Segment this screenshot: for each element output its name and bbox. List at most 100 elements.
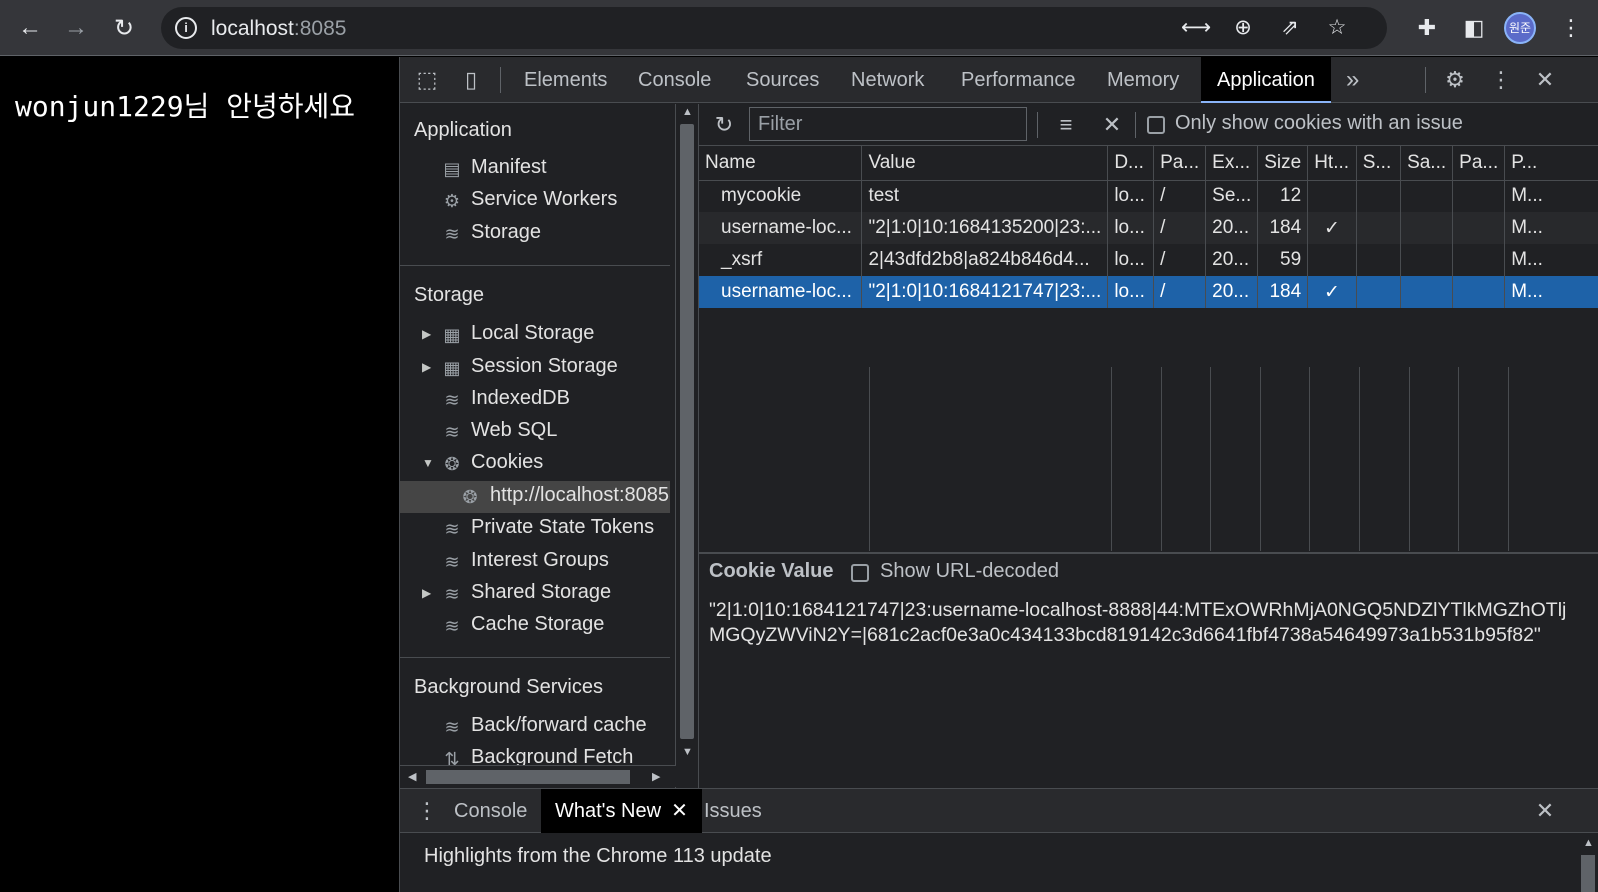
scroll-up-arrow-icon[interactable]: ▲ [1583, 837, 1594, 849]
column-header-path[interactable]: Pa... [1153, 146, 1207, 181]
column-header-expires[interactable]: Ex... [1205, 146, 1259, 181]
table-row[interactable]: username-loc... "2|1:0|10:1684135200|23:… [699, 212, 1598, 244]
profile-avatar[interactable]: 원준 [1504, 12, 1536, 44]
sidebar-item-interest-groups[interactable]: ≋ Interest Groups [400, 546, 670, 578]
tab-memory[interactable]: Memory [1107, 57, 1179, 103]
sidebar-item-manifest[interactable]: ▤ Manifest [400, 153, 670, 185]
scrollbar-thumb[interactable] [680, 124, 694, 739]
address-bar[interactable]: i localhost:8085 ⟷ ⊕ ⇗ ☆ [161, 7, 1387, 49]
column-header-secure[interactable]: S... [1356, 146, 1402, 181]
back-icon[interactable]: ← [12, 10, 48, 46]
settings-gear-icon[interactable]: ⚙ [1440, 65, 1470, 95]
column-divider [1260, 367, 1261, 551]
column-header-value[interactable]: Value [861, 146, 1109, 181]
cookie-icon: ❂ [444, 454, 460, 474]
sidebar-item-cookie-origin[interactable]: ❂ http://localhost:8085 [400, 481, 670, 513]
tab-application[interactable]: Application [1201, 57, 1331, 103]
tab-elements[interactable]: Elements [524, 57, 607, 103]
close-tab-icon[interactable]: ✕ [671, 800, 688, 822]
expand-arrow-icon[interactable]: ▶ [422, 360, 431, 374]
drawer-tab-issues[interactable]: Issues [704, 789, 762, 833]
expand-arrow-icon[interactable]: ▶ [422, 327, 431, 341]
drawer-menu-icon[interactable]: ⋮ [412, 796, 442, 826]
star-icon[interactable]: ☆ [1322, 13, 1352, 43]
column-divider [1210, 367, 1211, 551]
translate-icon[interactable]: ⟷ [1181, 13, 1211, 43]
sidebar-item-back-forward-cache[interactable]: ≋ Back/forward cache [400, 711, 670, 743]
collapse-arrow-icon[interactable]: ▼ [422, 456, 434, 470]
close-drawer-icon[interactable]: ✕ [1530, 796, 1560, 826]
sidebar-horizontal-scrollbar[interactable]: ◀ ▶ [400, 765, 676, 787]
column-header-size[interactable]: Size [1257, 146, 1309, 181]
sidebar-item-cookies[interactable]: ▼ ❂ Cookies [400, 448, 670, 480]
table-row[interactable]: _xsrf 2|43dfd2b8|a824b846d4... lo... / 2… [699, 244, 1598, 276]
cell-secure [1356, 180, 1402, 212]
column-header-httponly[interactable]: Ht... [1307, 146, 1357, 181]
column-divider [1458, 367, 1459, 551]
delete-all-icon[interactable]: ✕ [1097, 110, 1127, 140]
sidebar-item-storage[interactable]: ≋ Storage [400, 218, 670, 250]
info-icon[interactable]: i [175, 17, 197, 39]
cell-size: 59 [1257, 244, 1309, 276]
divider [500, 67, 501, 93]
column-header-partition-key[interactable]: Pa... [1452, 146, 1506, 181]
drawer-tab-console[interactable]: Console [454, 789, 527, 833]
scroll-down-arrow-icon[interactable]: ▼ [682, 746, 693, 758]
close-devtools-icon[interactable]: ✕ [1530, 65, 1560, 95]
table-row[interactable]: mycookie test lo... / Se... 12 M... [699, 180, 1598, 212]
show-url-decoded-checkbox[interactable] [851, 564, 869, 582]
device-toolbar-icon[interactable]: ▯ [456, 65, 486, 95]
cell-priority: M... [1504, 212, 1598, 244]
gear-icon: ⚙ [443, 191, 461, 211]
scroll-left-arrow-icon[interactable]: ◀ [408, 770, 416, 783]
sidebar-item-local-storage[interactable]: ▶ ▦ Local Storage [400, 319, 670, 351]
reload-icon[interactable]: ↻ [106, 10, 142, 46]
sidebar-item-label: IndexedDB [471, 387, 570, 409]
expand-arrow-icon[interactable]: ▶ [422, 586, 431, 600]
cell-domain: lo... [1107, 212, 1155, 244]
only-issue-label: Only show cookies with an issue [1175, 112, 1463, 134]
cookie-value-text[interactable]: "2|1:0|10:1684121747|23:username-localho… [709, 598, 1579, 648]
drawer-scrollbar[interactable]: ▲ [1577, 833, 1598, 892]
sidebar-item-indexeddb[interactable]: ≋ IndexedDB [400, 384, 670, 416]
share-icon[interactable]: ⇗ [1275, 13, 1305, 43]
cell-expires: 20... [1205, 276, 1259, 308]
sidebar-item-service-workers[interactable]: ⚙ Service Workers [400, 185, 670, 217]
scrollbar-thumb[interactable] [426, 770, 630, 784]
only-issue-checkbox[interactable] [1147, 116, 1165, 134]
sidebar-item-private-state-tokens[interactable]: ≋ Private State Tokens [400, 513, 670, 545]
inspect-element-icon[interactable]: ⬚ [412, 65, 442, 95]
tab-performance[interactable]: Performance [961, 57, 1076, 103]
sidebar-item-session-storage[interactable]: ▶ ▦ Session Storage [400, 352, 670, 384]
url-text[interactable]: localhost:8085 [211, 17, 346, 41]
column-header-priority[interactable]: P... [1504, 146, 1598, 181]
column-header-name[interactable]: Name [699, 146, 863, 181]
drawer-tab-whats-new[interactable]: What's New ✕ [541, 789, 702, 833]
more-tabs-icon[interactable]: » [1346, 57, 1359, 103]
column-header-domain[interactable]: D... [1107, 146, 1155, 181]
zoom-icon[interactable]: ⊕ [1228, 13, 1258, 43]
drawer-tab-label: What's New [555, 800, 662, 822]
tab-network[interactable]: Network [851, 57, 924, 103]
forward-icon[interactable]: → [58, 10, 94, 46]
scroll-right-arrow-icon[interactable]: ▶ [652, 770, 660, 783]
sidebar-vertical-scrollbar[interactable]: ▲ ▼ [676, 104, 698, 764]
side-panel-icon[interactable]: ◧ [1458, 12, 1490, 44]
tab-console[interactable]: Console [638, 57, 711, 103]
sidebar-item-shared-storage[interactable]: ▶ ≋ Shared Storage [400, 578, 670, 610]
cell-size: 184 [1257, 276, 1309, 308]
table-row-selected[interactable]: username-loc... "2|1:0|10:1684121747|23:… [699, 276, 1598, 308]
refresh-icon[interactable]: ↻ [709, 110, 739, 140]
tab-sources[interactable]: Sources [746, 57, 819, 103]
table-icon: ▦ [443, 325, 461, 345]
sidebar-item-cache-storage[interactable]: ≋ Cache Storage [400, 610, 670, 642]
devtools-menu-icon[interactable]: ⋮ [1486, 65, 1516, 95]
scrollbar-thumb[interactable] [1581, 855, 1595, 892]
clear-filtered-icon[interactable]: ≡ [1051, 110, 1081, 140]
sidebar-item-web-sql[interactable]: ≋ Web SQL [400, 416, 670, 448]
filter-input[interactable] [749, 107, 1027, 141]
scroll-up-arrow-icon[interactable]: ▲ [682, 106, 693, 118]
more-icon[interactable]: ⋮ [1555, 12, 1587, 44]
column-header-samesite[interactable]: Sa... [1400, 146, 1454, 181]
extensions-icon[interactable]: ✚ [1411, 12, 1443, 44]
